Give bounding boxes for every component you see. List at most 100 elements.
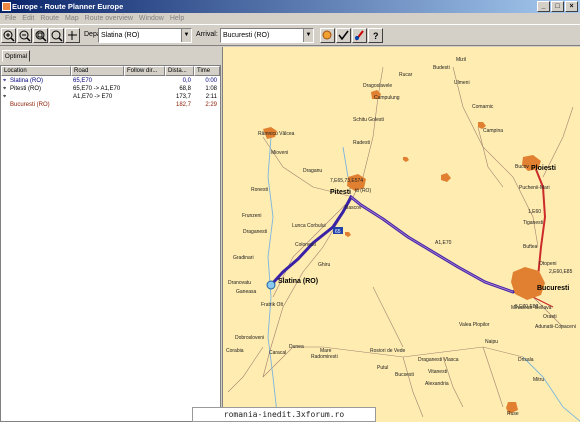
- map-label: Lunca Corbului: [292, 223, 326, 229]
- pin-icon: ⌖: [3, 78, 7, 84]
- map-label: Mizil: [456, 57, 466, 63]
- map-label-pitesti-ro[interactable]: tti (RO): [355, 188, 371, 194]
- map-label: Draganesti: [243, 229, 268, 235]
- map-label: A1,E70: [435, 240, 452, 246]
- window-title: Europe - Route Planner Europe: [12, 2, 124, 11]
- col-time[interactable]: Time: [194, 66, 220, 76]
- map-label: 7,E65,73,E574: [330, 178, 364, 184]
- map-label: Valea Plopilor: [459, 322, 490, 328]
- check-icon[interactable]: [336, 28, 351, 43]
- map-label: Puchenii-Mari: [519, 185, 550, 191]
- map-label: Ganeasa: [236, 289, 257, 295]
- col-location[interactable]: Location: [1, 66, 71, 76]
- zoom-out-icon[interactable]: [17, 28, 32, 43]
- row-time: 2:29: [205, 102, 217, 108]
- arrival-label: Arrival:: [196, 31, 218, 38]
- map-label: Mihailesti: [511, 305, 532, 311]
- map-label: Ruse: [507, 411, 519, 417]
- map-label: Buftea: [523, 244, 538, 250]
- map-label: Otopeni: [539, 261, 557, 267]
- map-label: Mioveni: [271, 150, 289, 156]
- zoom-all-icon[interactable]: [49, 28, 64, 43]
- menu-route[interactable]: Route: [37, 13, 62, 24]
- chevron-down-icon[interactable]: ▼: [303, 29, 313, 42]
- minimize-button[interactable]: _: [537, 1, 550, 12]
- map-label-pitesti[interactable]: Pitesti: [330, 189, 351, 196]
- map-label: Draganu: [303, 168, 323, 174]
- row-road: 65,E70 -> A1,E70: [73, 86, 121, 92]
- menu-file[interactable]: File: [2, 13, 19, 24]
- map-label: Caracal: [269, 350, 287, 356]
- map-label: Alexandria: [425, 381, 449, 387]
- map-label: Rucar: [399, 72, 413, 78]
- row-distance: 68,8: [179, 86, 191, 92]
- pan-icon[interactable]: [65, 28, 80, 43]
- zoom-in-icon[interactable]: [1, 28, 16, 43]
- table-header: Location Road Follow dir... Dista... Tim…: [1, 66, 220, 76]
- zoom-window-icon[interactable]: [33, 28, 48, 43]
- map-label: Ronesti: [251, 187, 268, 193]
- maximize-button[interactable]: □: [551, 1, 564, 12]
- svg-text:?: ?: [373, 31, 379, 41]
- menu-bar: File Edit Route Map Route overview Windo…: [0, 13, 580, 24]
- row-distance: 182,7: [175, 102, 191, 108]
- map-label: Bellava: [535, 305, 552, 311]
- help-icon[interactable]: ?: [368, 28, 383, 43]
- departure-value: Slatina (RO): [101, 32, 140, 39]
- map-label: Dunea: [289, 344, 304, 350]
- map-label: Frunzeni: [242, 213, 262, 219]
- map-label: Comarnic: [472, 104, 494, 110]
- table-row[interactable]: ⌖ A1,E70 -> E70 173,7 2:11: [1, 93, 220, 101]
- map-label: Radomiresti: [311, 354, 338, 360]
- row-location: Pitesti (RO): [10, 86, 42, 92]
- map-label: 1,E60: [528, 209, 542, 215]
- map-label: Bucsesti: [395, 372, 414, 378]
- map-label-slatina[interactable]: Slatina (RO): [278, 278, 318, 285]
- menu-route-overview[interactable]: Route overview: [82, 13, 136, 24]
- row-road: 65,E70: [73, 78, 93, 84]
- menu-map[interactable]: Map: [62, 13, 82, 24]
- map-label: Ghiru: [318, 262, 331, 268]
- menu-help[interactable]: Help: [167, 13, 187, 24]
- map-canvas: 65: [227, 66, 580, 422]
- map-label: Bascov: [345, 205, 362, 211]
- close-button[interactable]: ×: [565, 1, 578, 12]
- menu-edit[interactable]: Edit: [19, 13, 37, 24]
- map-label: Naipu: [485, 339, 499, 345]
- route-options-icon[interactable]: [352, 28, 367, 43]
- map-label: Campulung: [374, 95, 400, 101]
- tab-optimal[interactable]: Optimal: [2, 50, 30, 62]
- map-label: Radesti: [353, 140, 370, 146]
- map-view[interactable]: 65 Pitesti tti (RO) Slatina (RO) Ploiest…: [222, 47, 580, 422]
- table-row[interactable]: ⌖ Pitesti (RO) 65,E70 -> A1,E70 68,8 1:0…: [1, 85, 220, 93]
- title-bar: Europe - Route Planner Europe _ □ ×: [0, 0, 580, 13]
- map-label-ploiesti[interactable]: Ploiesti: [531, 165, 556, 172]
- col-road[interactable]: Road: [71, 66, 124, 76]
- map-label: Corabia: [226, 348, 244, 354]
- map-label: Putul: [377, 365, 389, 371]
- arrival-select[interactable]: Bucuresti (RO) ▼: [220, 28, 314, 43]
- map-label: Tiganesti: [523, 220, 544, 226]
- map-label-bucuresti[interactable]: Bucuresti: [537, 285, 569, 292]
- app-icon: [2, 2, 11, 11]
- departure-select[interactable]: Slatina (RO) ▼: [98, 28, 192, 43]
- route-calc-icon[interactable]: [320, 28, 335, 43]
- col-distance[interactable]: Dista...: [165, 66, 194, 76]
- pin-icon: ⌖: [3, 94, 7, 100]
- chevron-down-icon[interactable]: ▼: [181, 29, 191, 42]
- col-follow[interactable]: Follow dir...: [124, 66, 165, 76]
- menu-window[interactable]: Window: [136, 13, 167, 24]
- row-road: A1,E70 -> E70: [73, 94, 113, 100]
- row-location: Bucuresti (RO): [10, 102, 50, 108]
- map-label: Vitanesti: [428, 369, 448, 375]
- pin-icon: ⌖: [3, 86, 7, 92]
- map-label: Budesti: [433, 65, 450, 71]
- road-shield-label: 65: [335, 229, 341, 235]
- table-row[interactable]: Bucuresti (RO) 182,7 2:29: [1, 101, 220, 109]
- table-row[interactable]: ⌖ Slatina (RO) 65,E70 0,0 0:00: [1, 77, 220, 85]
- map-label: Campina: [483, 128, 504, 134]
- map-label: Râmnicu Vâlcea: [258, 131, 295, 137]
- map-label: Dranovatu: [228, 280, 252, 286]
- row-time: 0:00: [205, 78, 217, 84]
- map-label: Gradinari: [233, 255, 254, 261]
